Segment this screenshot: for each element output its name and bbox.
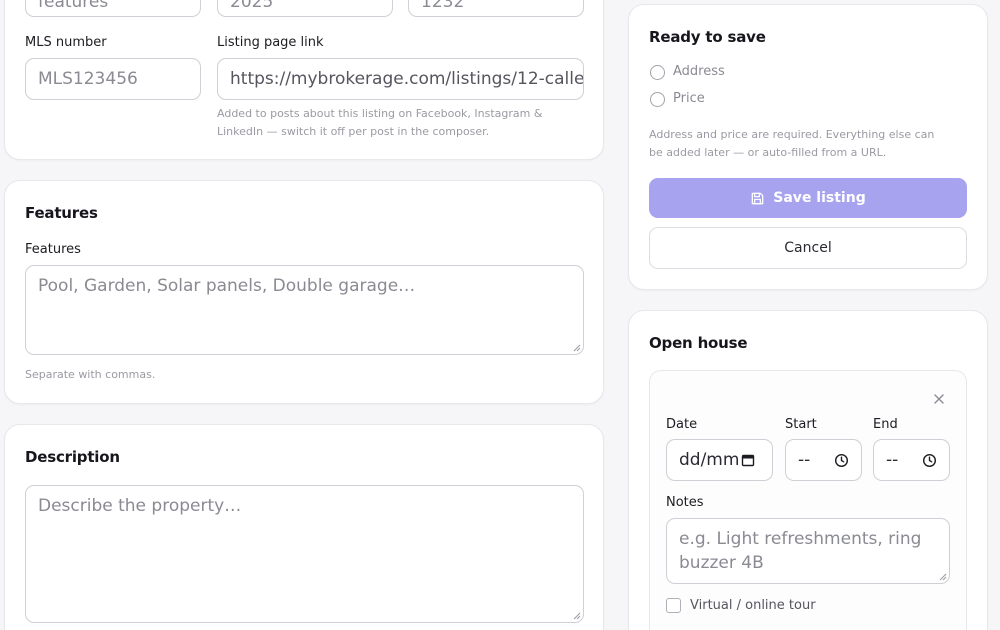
top-field-1[interactable]: features: [25, 0, 201, 17]
virtual-tour-label: Virtual / online tour: [690, 598, 816, 613]
features-label: Features: [25, 242, 81, 257]
clock-icon[interactable]: [834, 453, 849, 468]
top-field-1-value: features: [38, 0, 109, 12]
requirement-price-label: Price: [673, 91, 705, 106]
calendar-icon[interactable]: [741, 453, 755, 467]
end-time-input[interactable]: --: [873, 439, 950, 481]
requirement-price-indicator: [650, 92, 665, 107]
requirement-address-label: Address: [673, 64, 725, 79]
save-panel-heading: Ready to save: [649, 28, 766, 46]
description-placeholder: Describe the property…: [38, 496, 242, 516]
date-input[interactable]: dd/mm: [666, 439, 773, 481]
notes-placeholder: e.g. Light refreshments, ring buzzer 4B: [679, 529, 922, 573]
clock-icon[interactable]: [922, 453, 937, 468]
save-panel-hint: Address and price are required. Everythi…: [649, 128, 935, 159]
top-field-3[interactable]: 1232: [408, 0, 584, 17]
features-hint: Separate with commas.: [25, 368, 156, 381]
end-label: End: [873, 417, 898, 432]
description-heading: Description: [25, 448, 120, 466]
cancel-button[interactable]: Cancel: [649, 227, 967, 269]
mls-number-placeholder: MLS123456: [38, 69, 138, 89]
date-label: Date: [666, 417, 698, 432]
mls-number-label: MLS number: [25, 35, 107, 50]
resize-handle-icon[interactable]: [573, 344, 581, 352]
save-listing-label: Save listing: [773, 190, 866, 206]
save-icon: [751, 192, 764, 204]
save-panel: Ready to save Address Price Address and …: [628, 4, 988, 290]
top-field-3-value: 1232: [421, 0, 465, 12]
resize-handle-icon[interactable]: [573, 612, 581, 620]
description-textarea[interactable]: Describe the property…: [25, 485, 584, 623]
features-textarea[interactable]: Pool, Garden, Solar panels, Double garag…: [25, 265, 584, 355]
cancel-label: Cancel: [784, 240, 832, 256]
close-icon[interactable]: [933, 393, 945, 405]
listing-link-hint: Added to posts about this listing on Fac…: [217, 107, 543, 138]
top-field-2[interactable]: 2025: [217, 0, 393, 17]
listing-link-value: https://mybrokerage.com/listings/12-call…: [230, 69, 584, 89]
start-time-value: --: [798, 450, 811, 470]
end-time-value: --: [886, 450, 899, 470]
date-value: dd/mm: [679, 450, 740, 470]
listing-link-label: Listing page link: [217, 35, 324, 50]
features-placeholder: Pool, Garden, Solar panels, Double garag…: [38, 276, 416, 296]
start-label: Start: [785, 417, 817, 432]
listing-link-input[interactable]: https://mybrokerage.com/listings/12-call…: [217, 58, 584, 100]
mls-number-input[interactable]: MLS123456: [25, 58, 201, 100]
virtual-tour-checkbox[interactable]: [666, 598, 681, 613]
features-heading: Features: [25, 204, 98, 222]
open-house-panel: Open house Date Start End dd/mm -- -- No…: [628, 310, 988, 630]
requirement-address-indicator: [650, 65, 665, 80]
open-house-slot: Date Start End dd/mm -- -- Notes e.g. Li…: [649, 370, 967, 630]
start-time-input[interactable]: --: [785, 439, 862, 481]
description-card: Description Describe the property…: [4, 424, 604, 630]
top-field-2-value: 2025: [230, 0, 274, 12]
listing-details-card: features 2025 1232 MLS number MLS123456 …: [4, 0, 604, 160]
notes-label: Notes: [666, 495, 704, 510]
resize-handle-icon[interactable]: [939, 573, 947, 581]
notes-textarea[interactable]: e.g. Light refreshments, ring buzzer 4B: [666, 518, 950, 584]
open-house-heading: Open house: [649, 334, 748, 352]
features-card: Features Features Pool, Garden, Solar pa…: [4, 180, 604, 404]
save-listing-button[interactable]: Save listing: [649, 178, 967, 218]
